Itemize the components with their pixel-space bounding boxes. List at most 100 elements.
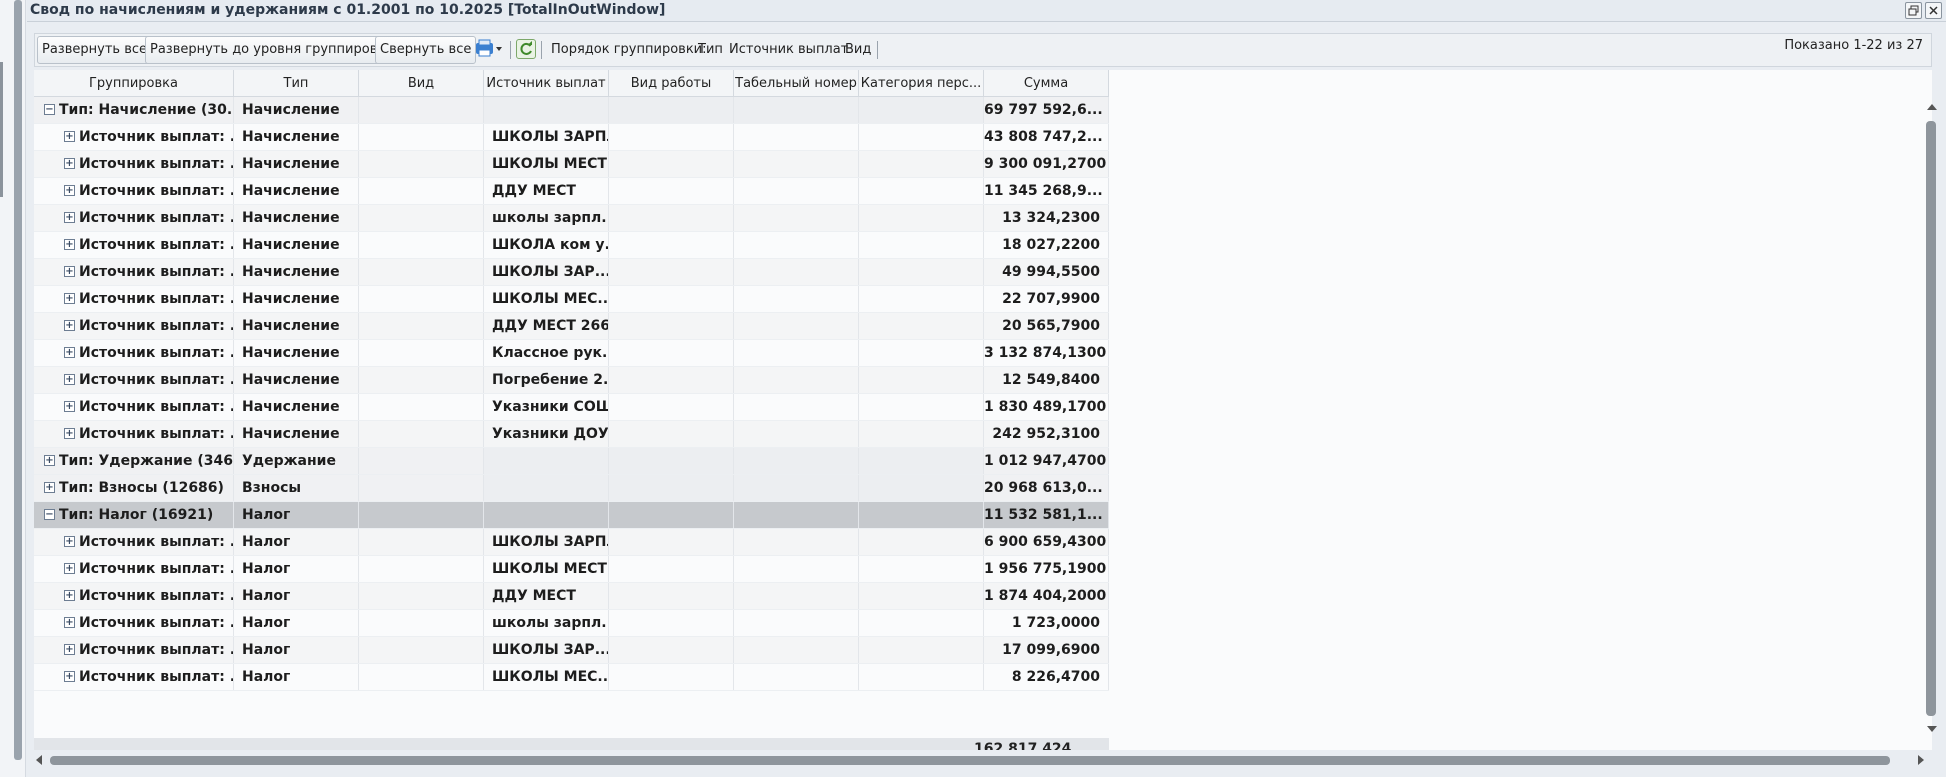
collapse-toggle-icon[interactable]: −	[44, 104, 55, 115]
restore-window-button[interactable]	[1905, 2, 1922, 19]
table-row[interactable]: + Источник выплат: ... Налог ШКОЛЫ ЗАР... 17…	[34, 637, 1109, 664]
expand-toggle-icon[interactable]: +	[64, 212, 75, 223]
scroll-left-icon[interactable]	[36, 755, 42, 765]
grouping-chip-type[interactable]: Тип	[698, 42, 723, 57]
table-row[interactable]: + Источник выплат: ... Начисление школы зар…	[34, 205, 1109, 232]
table-row[interactable]: + Источник выплат: ... Начисление Погребени…	[34, 367, 1109, 394]
grouping-chip-kind[interactable]: Вид	[845, 42, 871, 57]
expand-toggle-icon[interactable]: +	[64, 590, 75, 601]
column-header[interactable]: Табельный номер	[734, 70, 859, 97]
grouping-chip-source[interactable]: Источник выплат	[729, 42, 848, 57]
column-header[interactable]: Вид	[359, 70, 484, 97]
group-label: Источник выплат: ...	[79, 642, 234, 658]
expand-toggle-icon[interactable]: +	[64, 617, 75, 628]
personnel-number-cell	[734, 583, 859, 609]
toolbar-separator	[510, 41, 511, 59]
grouping-cell: + Источник выплат: ...	[34, 313, 234, 339]
column-header[interactable]: Категория перс...	[859, 70, 984, 97]
expand-toggle-icon[interactable]: +	[64, 671, 75, 682]
table-row[interactable]: + Источник выплат: ... Начисление ШКОЛЫ МЕС…	[34, 151, 1109, 178]
group-row[interactable]: + Тип: Взносы (12686) Взносы 20 968 613,0..…	[34, 475, 1109, 502]
horizontal-scrollbar[interactable]	[34, 752, 1932, 768]
table-row[interactable]: + Источник выплат: ... Начисление ШКОЛЫ ЗАР…	[34, 259, 1109, 286]
kind-cell	[359, 124, 484, 150]
table-row[interactable]: + Источник выплат: ... Начисление ШКОЛЫ ЗАР…	[34, 124, 1109, 151]
source-cell: школы зарпл...	[484, 610, 609, 636]
table-row[interactable]: + Источник выплат: ... Налог ШКОЛЫ МЕС... 8 …	[34, 664, 1109, 691]
horizontal-scroll-thumb[interactable]	[50, 756, 1890, 765]
expand-toggle-icon[interactable]: +	[64, 401, 75, 412]
refresh-icon	[520, 41, 532, 55]
personnel-number-cell	[734, 259, 859, 285]
scroll-down-icon[interactable]	[1927, 726, 1937, 732]
vertical-scrollbar[interactable]	[1923, 100, 1939, 740]
expand-toggle-icon[interactable]: +	[64, 266, 75, 277]
table-row[interactable]: + Источник выплат: ... Начисление Указники …	[34, 421, 1109, 448]
expand-toggle-icon[interactable]: +	[64, 131, 75, 142]
table-row[interactable]: + Источник выплат: ... Налог ДДУ МЕСТ 1 874 …	[34, 583, 1109, 610]
table-row[interactable]: + Источник выплат: ... Начисление ДДУ МЕСТ …	[34, 313, 1109, 340]
table-row[interactable]: + Источник выплат: ... Налог ШКОЛЫ МЕСТ 1 95…	[34, 556, 1109, 583]
vertical-scroll-thumb[interactable]	[1926, 121, 1936, 716]
kind-cell	[359, 475, 484, 501]
collapse-all-button[interactable]: Свернуть все	[375, 36, 477, 64]
expand-toggle-icon[interactable]: +	[64, 347, 75, 358]
table-row[interactable]: + Источник выплат: ... Налог школы зарпл...…	[34, 610, 1109, 637]
expand-toggle-icon[interactable]: +	[64, 185, 75, 196]
table-row[interactable]: + Источник выплат: ... Начисление Классное …	[34, 340, 1109, 367]
expand-to-level-button[interactable]: Развернуть до уровня группировки	[145, 36, 399, 64]
table-row[interactable]: + Источник выплат: ... Начисление Указники …	[34, 394, 1109, 421]
expand-toggle-icon[interactable]: +	[64, 320, 75, 331]
window-titlebar[interactable]: Свод по начислениям и удержаниям с 01.20…	[27, 0, 1946, 22]
side-scrollbar[interactable]	[14, 0, 22, 760]
kind-cell	[359, 313, 484, 339]
work-kind-cell	[609, 313, 734, 339]
expand-toggle-icon[interactable]: +	[64, 428, 75, 439]
expand-toggle-icon[interactable]: +	[64, 293, 75, 304]
source-cell: ШКОЛЫ МЕСТ	[484, 556, 609, 582]
expand-toggle-icon[interactable]: +	[64, 563, 75, 574]
column-header[interactable]: Вид работы	[609, 70, 734, 97]
group-label: Тип: Начисление (30...	[59, 102, 234, 118]
close-window-button[interactable]	[1925, 2, 1942, 19]
expand-toggle-icon[interactable]: +	[64, 644, 75, 655]
scroll-up-icon[interactable]	[1927, 104, 1937, 110]
expand-toggle-icon[interactable]: +	[64, 374, 75, 385]
source-cell: ШКОЛЫ ЗАРПЛ	[484, 124, 609, 150]
group-row[interactable]: + Тип: Удержание (3468) Удержание 1 012 947…	[34, 448, 1109, 475]
collapse-toggle-icon[interactable]: −	[44, 509, 55, 520]
type-cell: Налог	[234, 610, 359, 636]
expand-toggle-icon[interactable]: +	[64, 158, 75, 169]
expand-all-button[interactable]: Развернуть все	[37, 36, 152, 64]
table-row[interactable]: + Источник выплат: ... Начисление ДДУ МЕСТ 1…	[34, 178, 1109, 205]
personnel-number-cell	[734, 313, 859, 339]
staff-category-cell	[859, 529, 984, 555]
expand-toggle-icon[interactable]: +	[44, 482, 55, 493]
column-header[interactable]: Источник выплат	[484, 70, 609, 97]
scroll-right-icon[interactable]	[1918, 755, 1924, 765]
table-row[interactable]: + Источник выплат: ... Начисление ШКОЛА ком…	[34, 232, 1109, 259]
type-cell: Налог	[234, 502, 359, 528]
work-kind-cell	[609, 610, 734, 636]
sum-cell: 242 952,3100	[984, 421, 1109, 447]
table-row[interactable]: + Источник выплат: ... Налог ШКОЛЫ ЗАРПЛ 6 9…	[34, 529, 1109, 556]
type-cell: Взносы	[234, 475, 359, 501]
group-row[interactable]: − Тип: Начисление (30... Начисление 69 797 …	[34, 97, 1109, 124]
kind-cell	[359, 637, 484, 663]
summary-grid: Группировка Тип Вид Источник выплат Вид рабо…	[34, 70, 1932, 750]
work-kind-cell	[609, 151, 734, 177]
personnel-number-cell	[734, 124, 859, 150]
column-header[interactable]: Сумма	[984, 70, 1109, 97]
refresh-button[interactable]	[516, 39, 536, 59]
column-header[interactable]: Тип	[234, 70, 359, 97]
personnel-number-cell	[734, 340, 859, 366]
kind-cell	[359, 286, 484, 312]
source-cell: ДДУ МЕСТ	[484, 178, 609, 204]
expand-toggle-icon[interactable]: +	[64, 536, 75, 547]
column-header[interactable]: Группировка	[34, 70, 234, 97]
table-row[interactable]: + Источник выплат: ... Начисление ШКОЛЫ МЕС…	[34, 286, 1109, 313]
group-row[interactable]: − Тип: Налог (16921) Налог 11 532 581,1...	[34, 502, 1109, 529]
expand-toggle-icon[interactable]: +	[64, 239, 75, 250]
expand-toggle-icon[interactable]: +	[44, 455, 55, 466]
print-menu-button[interactable]	[475, 39, 505, 59]
